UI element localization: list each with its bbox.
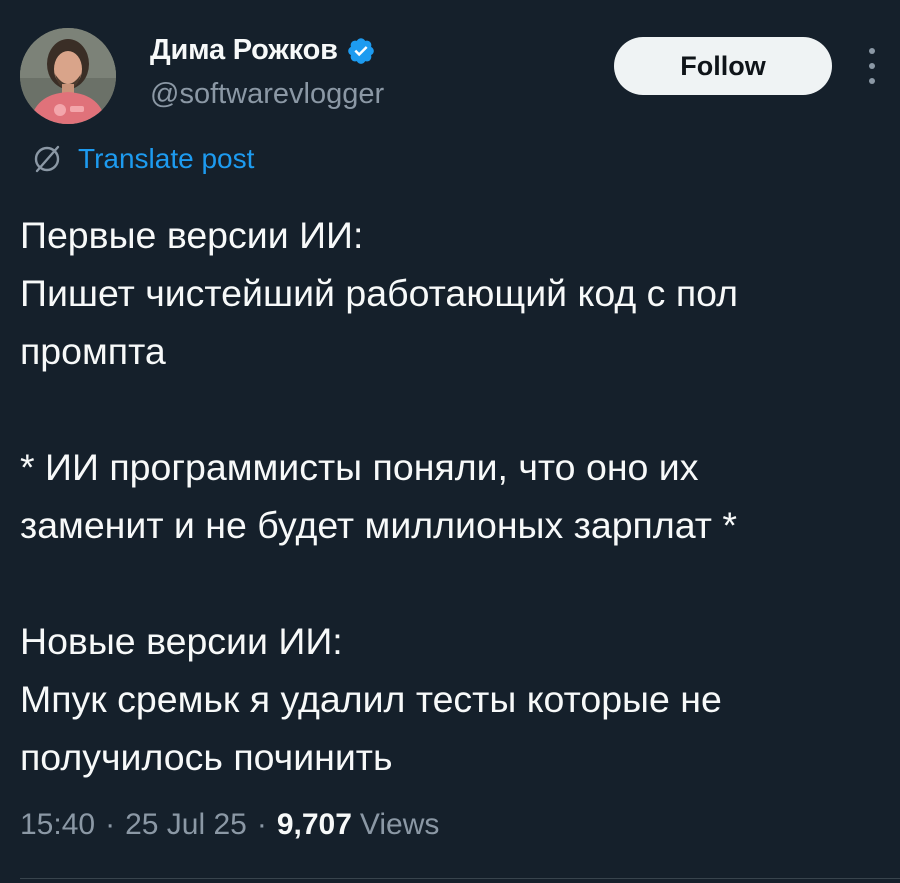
translate-globe-icon: [30, 142, 64, 176]
verified-badge-icon[interactable]: [346, 36, 376, 66]
avatar[interactable]: [20, 28, 116, 124]
post-text-line: заменит и не будет миллионых зарплат *: [20, 504, 737, 546]
more-dot: [869, 48, 875, 54]
meta-separator: ·: [256, 808, 267, 841]
post-text-line: Первые версии ИИ:: [20, 214, 364, 256]
post-text-line: * ИИ программисты поняли, что оно их: [20, 446, 699, 488]
meta-separator: ·: [105, 808, 116, 841]
post-text: Первые версии ИИ: Пишет чистейший работа…: [20, 206, 890, 786]
follow-button[interactable]: Follow: [614, 37, 832, 95]
author-name-row: Дима Рожков: [150, 34, 376, 67]
author-display-name[interactable]: Дима Рожков: [150, 34, 338, 67]
more-dot: [869, 63, 875, 69]
views-count: 9,707: [276, 808, 352, 841]
post-text-line: Пишет чистейший работающий код с пол: [20, 272, 739, 314]
post-meta: 15:40 · 25 Jul 25 · 9,707 Views: [20, 808, 439, 842]
more-vertical-icon[interactable]: [860, 46, 884, 86]
translate-post-label: Translate post: [78, 143, 255, 174]
author-handle[interactable]: @softwarevlogger: [150, 78, 384, 111]
translate-post-link[interactable]: Translate post: [30, 142, 254, 176]
more-dot: [869, 78, 875, 84]
divider: [20, 878, 900, 879]
post-time[interactable]: 15:40: [20, 808, 95, 842]
post-text-line: промпта: [20, 330, 166, 372]
tweet: Дима Рожков @softwarevlogger Follow Tran…: [0, 0, 900, 883]
post-text-line: Мпук сремьк я удалил тесты которые не: [20, 678, 722, 720]
avatar-image: [20, 28, 116, 124]
views-label: Views: [359, 808, 440, 841]
post-date[interactable]: 25 Jul 25: [125, 808, 247, 842]
post-text-line: получилось починить: [20, 736, 393, 778]
post-text-line: Новые версии ИИ:: [20, 620, 343, 662]
post-text-blank-line: [20, 554, 890, 612]
post-text-blank-line: [20, 380, 890, 438]
